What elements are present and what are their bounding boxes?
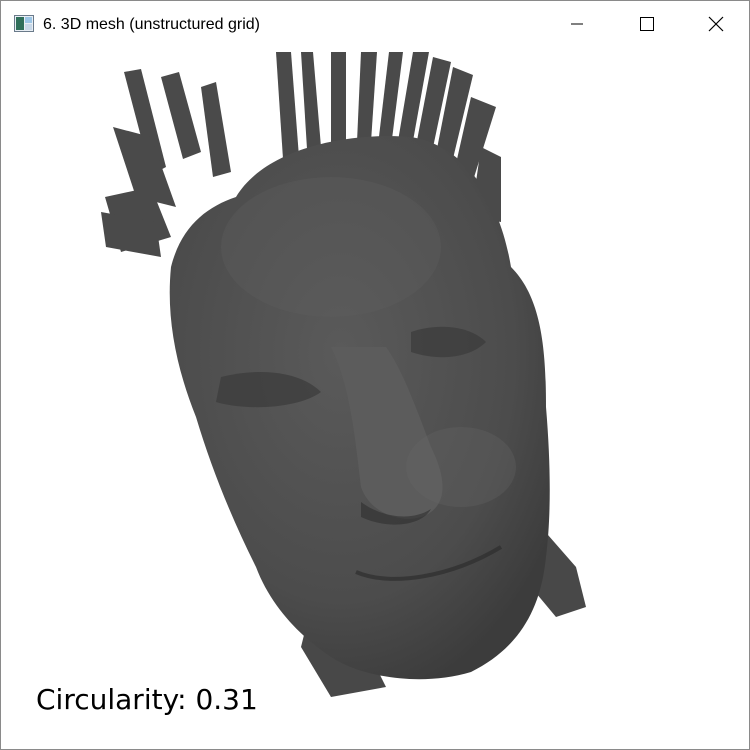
close-icon [708,16,724,32]
title-bar[interactable]: 6. 3D mesh (unstructured grid) [1,1,749,47]
forehead-highlight [221,177,441,317]
minimize-icon [571,23,583,25]
maximize-icon [640,17,654,31]
close-button[interactable] [681,1,749,47]
cheek-highlight [406,427,516,507]
app-icon [14,15,34,32]
minimize-button[interactable] [542,1,612,47]
face-mesh[interactable] [1,47,749,749]
render-viewport[interactable]: Circularity: 0.31 [1,47,749,749]
window-title: 6. 3D mesh (unstructured grid) [43,16,260,33]
circularity-readout: Circularity: 0.31 [36,683,258,716]
app-window: 6. 3D mesh (unstructured grid) Circulari… [0,0,750,750]
maximize-button[interactable] [612,1,682,47]
